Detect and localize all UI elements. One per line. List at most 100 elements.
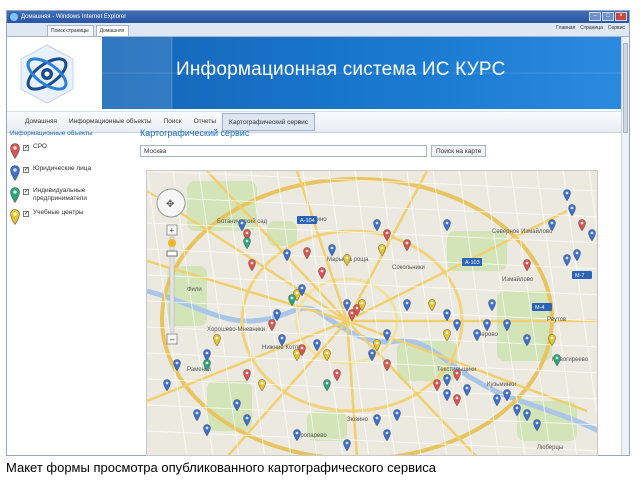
- slide-caption: Макет формы просмотра опубликованного ка…: [6, 460, 436, 475]
- map-marker[interactable]: [213, 334, 221, 347]
- zoom-in-icon[interactable]: +: [170, 226, 175, 235]
- map-marker[interactable]: [328, 244, 336, 257]
- map-marker[interactable]: [383, 329, 391, 342]
- map-marker[interactable]: [293, 429, 301, 442]
- close-button[interactable]: ×: [615, 12, 627, 21]
- map-district-label: Реутов: [547, 317, 566, 323]
- map-marker[interactable]: [393, 409, 401, 422]
- nav-item-home[interactable]: Домашняя: [19, 112, 63, 132]
- map-marker[interactable]: [403, 239, 411, 252]
- map-marker[interactable]: [243, 237, 251, 250]
- map-pin-icon: [10, 187, 20, 204]
- map-marker[interactable]: [553, 354, 561, 367]
- legend-item: ✓ Учебные центры: [10, 209, 130, 226]
- map-view[interactable]: Ботанический садОстанкиноМарьина рощаСок…: [146, 170, 598, 456]
- window-title: Домашняя - Windows Internet Explorer: [21, 14, 127, 20]
- map-marker[interactable]: [493, 394, 501, 407]
- map-marker[interactable]: [343, 254, 351, 267]
- map-marker[interactable]: [488, 299, 496, 312]
- map-district-label: Люберцы: [537, 445, 563, 451]
- map-marker[interactable]: [578, 219, 586, 232]
- legend-checkbox[interactable]: ✓: [23, 189, 29, 195]
- browser-tab-active[interactable]: Домашняя: [95, 25, 130, 36]
- map-marker[interactable]: [483, 319, 491, 332]
- map-marker[interactable]: [453, 369, 461, 382]
- map-canvas[interactable]: Ботанический садОстанкиноМарьина рощаСок…: [147, 171, 598, 456]
- site-logo[interactable]: [17, 43, 77, 105]
- map-marker[interactable]: [433, 379, 441, 392]
- page-command[interactable]: Страница: [580, 25, 603, 31]
- map-marker[interactable]: [443, 329, 451, 342]
- map-marker[interactable]: [443, 374, 451, 387]
- map-district-label: Сокольники: [392, 265, 425, 271]
- map-marker[interactable]: [313, 339, 321, 352]
- tools-command[interactable]: Сервис: [608, 25, 625, 31]
- sidebar: Информационные объекты ✓ СРО ✓ Юридические …: [10, 130, 130, 231]
- map-marker[interactable]: [428, 299, 436, 312]
- map-marker[interactable]: [453, 394, 461, 407]
- header-banner: Информационная система ИС КУРС: [102, 37, 629, 109]
- map-marker[interactable]: [443, 219, 451, 232]
- map-marker[interactable]: [258, 379, 266, 392]
- legend-label: СРО: [33, 143, 47, 150]
- map-marker[interactable]: [383, 429, 391, 442]
- maximize-button[interactable]: □: [602, 12, 614, 21]
- road-shield-label: М-7: [575, 273, 584, 279]
- map-marker[interactable]: [193, 409, 201, 422]
- map-district-label: Зюзино: [347, 417, 369, 423]
- map-marker[interactable]: [403, 299, 411, 312]
- legend-item: ✓ Юридические лица: [10, 165, 130, 182]
- map-marker[interactable]: [378, 244, 386, 257]
- zoom-slider-handle[interactable]: [166, 250, 178, 257]
- map-marker[interactable]: [373, 219, 381, 232]
- legend-label: Учебные центры: [33, 209, 84, 216]
- map-marker[interactable]: [323, 379, 331, 392]
- street-view-pegman-icon[interactable]: [168, 239, 176, 247]
- map-marker[interactable]: [303, 247, 311, 260]
- legend-checkbox[interactable]: ✓: [23, 167, 29, 173]
- legend-item: ✓ СРО: [10, 143, 130, 160]
- page-scrollbar[interactable]: [621, 37, 629, 455]
- map-district-label: Измайлово: [502, 276, 534, 283]
- map-marker[interactable]: [453, 319, 461, 332]
- map-marker[interactable]: [573, 249, 581, 262]
- zoom-out-icon[interactable]: –: [170, 335, 175, 344]
- map-marker[interactable]: [248, 259, 256, 272]
- map-district-label: Кузьминки: [487, 382, 516, 388]
- minimize-button[interactable]: –: [589, 12, 601, 21]
- window-titlebar: Домашняя - Windows Internet Explorer – □…: [7, 11, 629, 23]
- section-title: Картографический сервис: [140, 128, 250, 138]
- site-header: Информационная система ИС КУРС: [7, 37, 629, 111]
- street-line: [380, 171, 422, 455]
- map-marker[interactable]: [163, 379, 171, 392]
- map-marker[interactable]: [443, 309, 451, 322]
- map-marker[interactable]: [333, 369, 341, 382]
- street-line: [458, 171, 500, 455]
- map-marker[interactable]: [373, 414, 381, 427]
- map-marker[interactable]: [318, 267, 326, 280]
- map-marker[interactable]: [243, 369, 251, 382]
- park-area: [267, 221, 297, 246]
- map-district-label: Фили: [187, 287, 202, 293]
- map-marker[interactable]: [563, 254, 571, 267]
- map-search-input[interactable]: [140, 145, 427, 157]
- legend-label: Индивидуальные предприниматели: [33, 187, 88, 202]
- map-marker[interactable]: [268, 319, 276, 332]
- legend-checkbox[interactable]: ✓: [23, 211, 29, 217]
- main-content: Картографический сервис Поиск на карте: [140, 128, 620, 163]
- map-marker[interactable]: [473, 329, 481, 342]
- map-marker[interactable]: [383, 359, 391, 372]
- map-marker[interactable]: [343, 439, 351, 452]
- legend-checkbox[interactable]: ✓: [23, 145, 29, 151]
- map-search-button[interactable]: Поиск на карте: [431, 145, 487, 157]
- pan-arrows-icon[interactable]: ✥: [166, 199, 174, 210]
- road-shield-label: А-104: [300, 218, 315, 224]
- browser-tab-bar: Поиск страницы Домашняя Главная Страница…: [7, 23, 629, 37]
- browser-tab[interactable]: Поиск страницы: [47, 25, 94, 36]
- map-marker[interactable]: [563, 189, 571, 202]
- home-command[interactable]: Главная: [556, 25, 575, 31]
- scrollbar-thumb[interactable]: [623, 43, 628, 133]
- map-marker[interactable]: [443, 389, 451, 402]
- legend-label: Юридические лица: [33, 165, 92, 172]
- map-marker[interactable]: [588, 229, 596, 242]
